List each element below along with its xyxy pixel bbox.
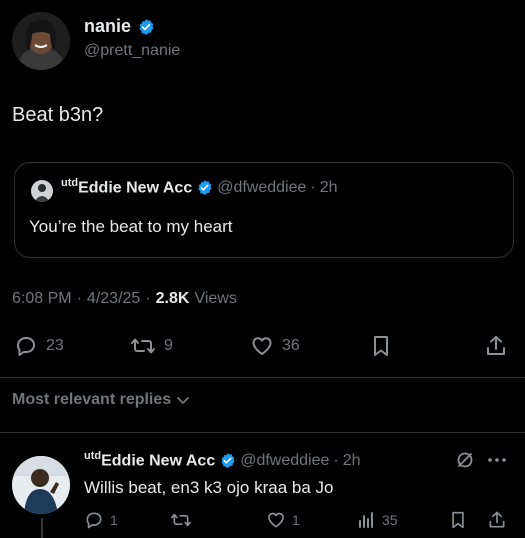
quoted-author-name: utdEddie New Acc (61, 177, 192, 197)
replies-sort-label: Most relevant replies (12, 391, 172, 408)
replies-sort-dropdown[interactable]: Most relevant replies (12, 391, 191, 409)
avatar-photo (12, 456, 70, 514)
avatar-photo (12, 12, 70, 70)
divider (0, 377, 525, 378)
like-count: 36 (282, 337, 300, 354)
views-label: Views (194, 290, 237, 307)
reply-author-avatar[interactable] (12, 456, 70, 514)
bookmark-icon (452, 511, 464, 529)
reply-author-prefix: utd (84, 450, 102, 462)
verified-badge-icon (221, 452, 235, 468)
bookmark-icon (374, 336, 388, 356)
author-name[interactable]: nanie (84, 16, 131, 37)
reply-like-button[interactable]: 1 (266, 510, 300, 530)
share-icon (487, 336, 505, 355)
reply-text: Willis beat, en3 k3 ojo kraa ba Jo (84, 478, 334, 497)
separator-dot: · (76, 290, 82, 307)
analytics-icon (359, 512, 373, 528)
avatar-photo (31, 180, 53, 202)
reply-reply-count: 1 (110, 512, 118, 528)
thread-line (41, 518, 43, 538)
post-time[interactable]: 6:08 PM (12, 290, 72, 308)
reply-views-button[interactable]: 35 (356, 510, 398, 530)
grok-icon[interactable] (455, 450, 475, 475)
quoted-author-handle: @dfweddiee (217, 179, 307, 197)
share-button[interactable] (484, 334, 508, 358)
repost-count: 9 (164, 337, 173, 354)
chevron-down-icon (177, 397, 190, 404)
quoted-author-name-text: Eddie New Acc (78, 179, 193, 197)
reply-bookmark-button[interactable] (449, 510, 467, 530)
reply-reply-button[interactable]: 1 (84, 510, 118, 530)
reply-repost-button[interactable] (170, 510, 192, 530)
quoted-post-card[interactable]: utdEddie New Acc @dfweddiee · 2h You’re … (14, 162, 514, 258)
reply-time[interactable]: 2h (343, 452, 361, 470)
more-options-button[interactable] (484, 450, 510, 475)
reply-button[interactable]: 23 (14, 334, 64, 358)
reply-like-count: 1 (292, 512, 300, 528)
quoted-author-prefix: utd (61, 177, 79, 189)
post-date[interactable]: 4/23/25 (87, 290, 140, 308)
separator-dot: · (310, 179, 316, 197)
reply-author-handle[interactable]: @dfweddiee (240, 452, 329, 470)
reply-author-name[interactable]: utdEddie New Acc (84, 450, 215, 470)
reply-share-button[interactable] (487, 510, 507, 530)
heart-icon (252, 337, 272, 355)
reply-icon (86, 512, 102, 529)
views-count: 2.8K (155, 290, 190, 307)
post-text: Beat b3n? (12, 104, 104, 126)
more-icon (488, 458, 506, 462)
quoted-post-text: You’re the beat to my heart (29, 217, 233, 236)
separator-dot: · (333, 452, 339, 470)
repost-button[interactable]: 9 (130, 334, 173, 358)
author-handle[interactable]: @prett_nanie (84, 42, 180, 60)
quoted-author-avatar (31, 180, 53, 202)
verified-badge-icon (139, 18, 154, 35)
reply-count: 23 (46, 337, 64, 354)
share-icon (489, 511, 505, 528)
like-button[interactable]: 36 (250, 334, 300, 358)
repost-icon (131, 338, 155, 354)
reply-views-count: 35 (382, 512, 398, 528)
bookmark-button[interactable] (370, 334, 392, 358)
author-avatar[interactable] (12, 12, 70, 70)
divider (0, 432, 525, 433)
heart-icon (268, 512, 284, 528)
quoted-post-time: 2h (319, 179, 338, 197)
verified-badge-icon (198, 179, 212, 195)
reply-icon (17, 337, 35, 356)
reply-author-name-text: Eddie New Acc (101, 452, 216, 470)
repost-icon (170, 513, 191, 527)
separator-dot: · (145, 290, 151, 307)
